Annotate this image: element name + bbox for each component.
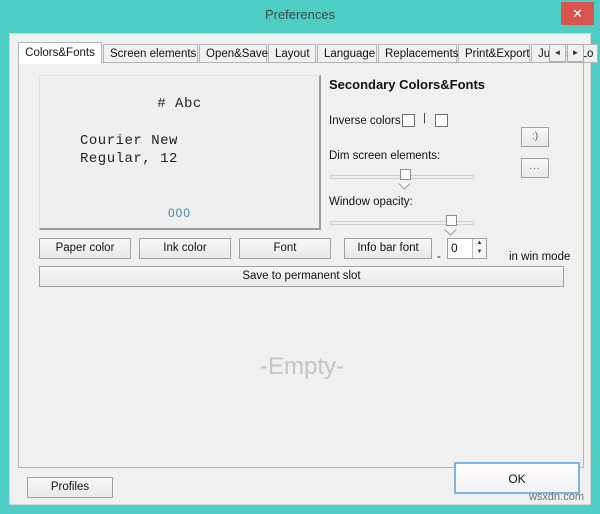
dialog-client-area: Colors&Fonts Screen elements Open&Save L…	[9, 33, 598, 505]
tab-language[interactable]: Language	[317, 44, 377, 63]
inverse-colors-checkbox-1[interactable]	[402, 114, 415, 127]
secondary-section-heading: Secondary Colors&Fonts	[329, 77, 486, 92]
save-to-permanent-slot-button[interactable]: Save to permanent slot	[39, 266, 564, 287]
more-options-button[interactable]: ...	[521, 158, 549, 178]
slider-thumb[interactable]	[446, 215, 457, 226]
info-bar-size-stepper[interactable]: 0 ▲ ▼	[447, 238, 487, 259]
preview-number-sample: 000	[167, 206, 192, 220]
slider-thumb[interactable]	[400, 169, 411, 180]
ok-button[interactable]: OK	[454, 462, 580, 494]
info-bar-font-button[interactable]: Info bar font	[344, 238, 432, 259]
title-bar: Preferences ✕	[0, 0, 600, 30]
smiley-button[interactable]: :)	[521, 127, 549, 147]
tab-open-save[interactable]: Open&Save	[199, 44, 268, 63]
tab-screen-elements[interactable]: Screen elements	[103, 44, 198, 63]
in-win-mode-label: in win mode	[509, 251, 571, 263]
stepper-up-icon[interactable]: ▲	[473, 239, 486, 248]
tab-strip: Colors&Fonts Screen elements Open&Save L…	[18, 42, 598, 64]
tab-replacements[interactable]: Replacements	[378, 44, 459, 63]
inverse-colors-checkbox-2[interactable]	[435, 114, 448, 127]
preview-glyph-sample: # Abc	[157, 96, 202, 112]
tab-layout[interactable]: Layout	[268, 44, 316, 63]
tab-scroll-prev-icon[interactable]: ◄	[549, 44, 566, 62]
stepper-buttons: ▲ ▼	[472, 239, 486, 258]
font-preview-box[interactable]: # Abc Courier New Regular, 12 000	[39, 75, 321, 230]
ink-color-button[interactable]: Ink color	[139, 238, 231, 259]
dim-screen-elements-slider[interactable]	[330, 169, 474, 187]
empty-placeholder: -Empty-	[260, 353, 344, 380]
window-title: Preferences	[264, 7, 336, 22]
preferences-window: Preferences ✕ Colors&Fonts Screen elemen…	[0, 0, 600, 514]
close-icon[interactable]: ✕	[561, 2, 594, 25]
info-bar-dash: -	[437, 251, 441, 263]
inverse-colors-separator: |	[423, 112, 426, 124]
stepper-down-icon[interactable]: ▼	[473, 248, 486, 257]
preview-font-style: Regular, 12	[80, 151, 178, 167]
tab-scroll-next-icon[interactable]: ►	[567, 44, 584, 62]
window-opacity-label: Window opacity:	[329, 196, 413, 208]
dim-screen-elements-label: Dim screen elements:	[329, 150, 441, 162]
inverse-colors-label: Inverse colors	[329, 115, 401, 127]
info-bar-size-value: 0	[451, 241, 458, 255]
profiles-button[interactable]: Profiles	[27, 477, 113, 498]
tab-print-export[interactable]: Print&Export	[458, 44, 530, 63]
tab-colors-fonts[interactable]: Colors&Fonts	[18, 42, 102, 64]
window-opacity-slider[interactable]	[330, 215, 474, 233]
font-button[interactable]: Font	[239, 238, 331, 259]
paper-color-button[interactable]: Paper color	[39, 238, 131, 259]
tab-page-colors-fonts: # Abc Courier New Regular, 12 000 Second…	[18, 62, 584, 468]
watermark: wsxdn.com	[528, 491, 584, 503]
preview-font-name: Courier New	[80, 133, 178, 149]
